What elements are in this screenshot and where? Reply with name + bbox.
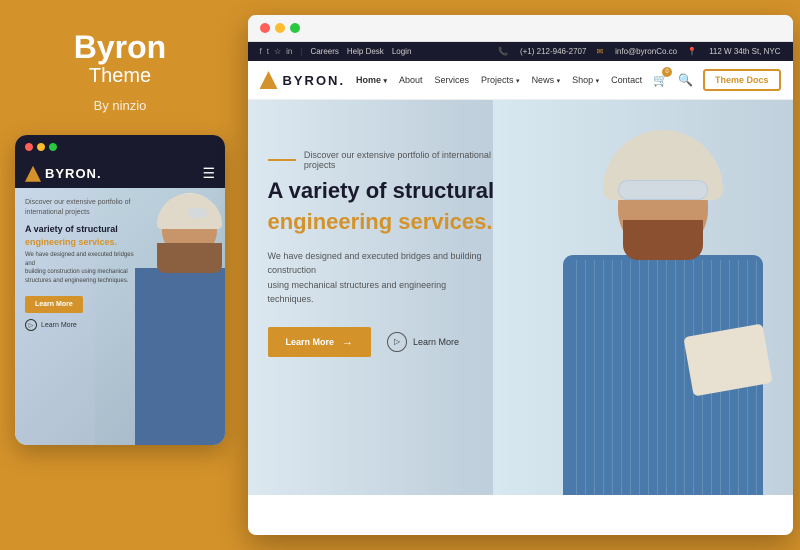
- search-icon[interactable]: 🔍: [678, 73, 693, 87]
- mobile-hero-section: Discover our extensive portfolio ofinter…: [15, 188, 225, 445]
- login-link[interactable]: Login: [392, 47, 412, 56]
- theme-author: By ninzio: [94, 98, 147, 113]
- nav-about[interactable]: About: [399, 75, 423, 85]
- left-panel: Byron Theme By ninzio BYRON. ☰: [0, 0, 240, 550]
- theme-name: Byron: [74, 30, 166, 65]
- mobile-logo-text: BYRON.: [45, 166, 102, 181]
- hero-cta-buttons: Learn More → ▷ Learn More: [268, 327, 513, 357]
- facebook-icon[interactable]: f: [260, 47, 262, 56]
- linkedin-icon[interactable]: in: [286, 47, 292, 56]
- location-icon: 📍: [687, 47, 697, 56]
- minimize-dot: [275, 23, 285, 33]
- mobile-cta-secondary-button[interactable]: ▷ Learn More: [25, 319, 142, 331]
- twitter-icon[interactable]: t: [267, 47, 269, 56]
- hero-tagline-text: Discover our extensive portfolio of inte…: [304, 150, 513, 170]
- mobile-preview-card: BYRON. ☰ Discover our extensive portfoli…: [15, 135, 225, 445]
- nav-contact[interactable]: Contact: [611, 75, 642, 85]
- mobile-logo-icon: [25, 166, 41, 182]
- nav-news[interactable]: News ▾: [532, 75, 561, 85]
- theme-docs-button[interactable]: Theme Docs: [703, 69, 781, 91]
- desktop-hero-section: Discover our extensive portfolio of inte…: [248, 100, 793, 495]
- mobile-cta-primary-button[interactable]: Learn More: [25, 296, 83, 313]
- topbar-right-section: 📞 (+1) 212-946-2707 ✉ info@byronCo.co 📍 …: [498, 47, 781, 56]
- desktop-preview-card: f t ☆ in | Careers Help Desk Login 📞 (+1…: [248, 15, 793, 535]
- hero-worker-image: [493, 100, 793, 495]
- play-icon: ▷: [387, 332, 407, 352]
- close-dot: [25, 143, 33, 151]
- mobile-hamburger-icon[interactable]: ☰: [202, 165, 215, 182]
- careers-link[interactable]: Careers: [310, 47, 338, 56]
- cart-badge: 0: [662, 67, 672, 77]
- topbar-links: Careers Help Desk Login: [310, 47, 411, 56]
- desktop-nav-right: 🛒 0 🔍 Theme Docs: [653, 69, 780, 91]
- hero-content-block: Discover our extensive portfolio of inte…: [268, 150, 513, 357]
- minimize-dot: [37, 143, 45, 151]
- desktop-logo: BYRON.: [260, 71, 346, 89]
- hero-heading-line1: A variety of structural: [268, 178, 513, 204]
- hero-primary-button[interactable]: Learn More →: [268, 327, 372, 357]
- mobile-heading: A variety of structural: [25, 224, 142, 236]
- email-address: info@byronCo.co: [615, 47, 677, 56]
- instagram-icon[interactable]: ☆: [274, 47, 281, 56]
- secondary-cta-label: Learn More: [413, 337, 459, 347]
- arrow-icon: →: [342, 336, 353, 348]
- mobile-logo: BYRON.: [25, 166, 102, 182]
- mobile-tagline: Discover our extensive portfolio ofinter…: [25, 198, 142, 218]
- hero-heading-line2: engineering services.: [268, 208, 513, 237]
- close-dot: [260, 23, 270, 33]
- topbar-left-section: f t ☆ in | Careers Help Desk Login: [260, 47, 412, 56]
- cart-container: 🛒 0: [653, 71, 668, 89]
- theme-title-block: Byron Theme: [74, 30, 166, 94]
- nav-projects[interactable]: Projects ▾: [481, 75, 520, 85]
- hero-secondary-button[interactable]: ▷ Learn More: [387, 332, 459, 352]
- hero-description: We have designed and executed bridges an…: [268, 249, 489, 307]
- desktop-main-nav: BYRON. Home ▾ About Services Projects ▾ …: [248, 61, 793, 100]
- desktop-topbar: f t ☆ in | Careers Help Desk Login 📞 (+1…: [248, 42, 793, 61]
- phone-number: (+1) 212-946-2707: [520, 47, 587, 56]
- desktop-nav-links: Home ▾ About Services Projects ▾ News ▾ …: [356, 75, 642, 85]
- email-icon: ✉: [596, 47, 603, 56]
- right-panel: f t ☆ in | Careers Help Desk Login 📞 (+1…: [240, 0, 800, 550]
- helpdesk-link[interactable]: Help Desk: [347, 47, 384, 56]
- maximize-dot: [49, 143, 57, 151]
- social-icons: f t ☆ in: [260, 47, 293, 56]
- maximize-dot: [290, 23, 300, 33]
- theme-subtitle: Theme: [74, 65, 166, 88]
- desktop-logo-icon: [260, 71, 278, 89]
- nav-shop[interactable]: Shop ▾: [572, 75, 599, 85]
- mobile-learn-more-label: Learn More: [41, 322, 77, 329]
- hero-line-decoration: Discover our extensive portfolio of inte…: [268, 150, 513, 170]
- play-circle-icon: ▷: [25, 319, 37, 331]
- mobile-navbar: BYRON. ☰: [15, 159, 225, 188]
- mobile-heading-accent: engineering services.: [25, 237, 142, 247]
- mobile-description: We have designed and executed bridges an…: [25, 251, 142, 285]
- desktop-logo-text: BYRON.: [283, 73, 346, 88]
- mobile-window-dots: [15, 135, 225, 159]
- nav-home[interactable]: Home ▾: [356, 75, 387, 85]
- mobile-hero-content: Discover our extensive portfolio ofinter…: [15, 188, 152, 341]
- phone-icon: 📞: [498, 47, 508, 56]
- address: 112 W 34th St, NYC: [709, 47, 780, 56]
- desktop-window-dots: [248, 15, 793, 42]
- hero-accent-bar: [268, 159, 296, 161]
- nav-services[interactable]: Services: [435, 75, 470, 85]
